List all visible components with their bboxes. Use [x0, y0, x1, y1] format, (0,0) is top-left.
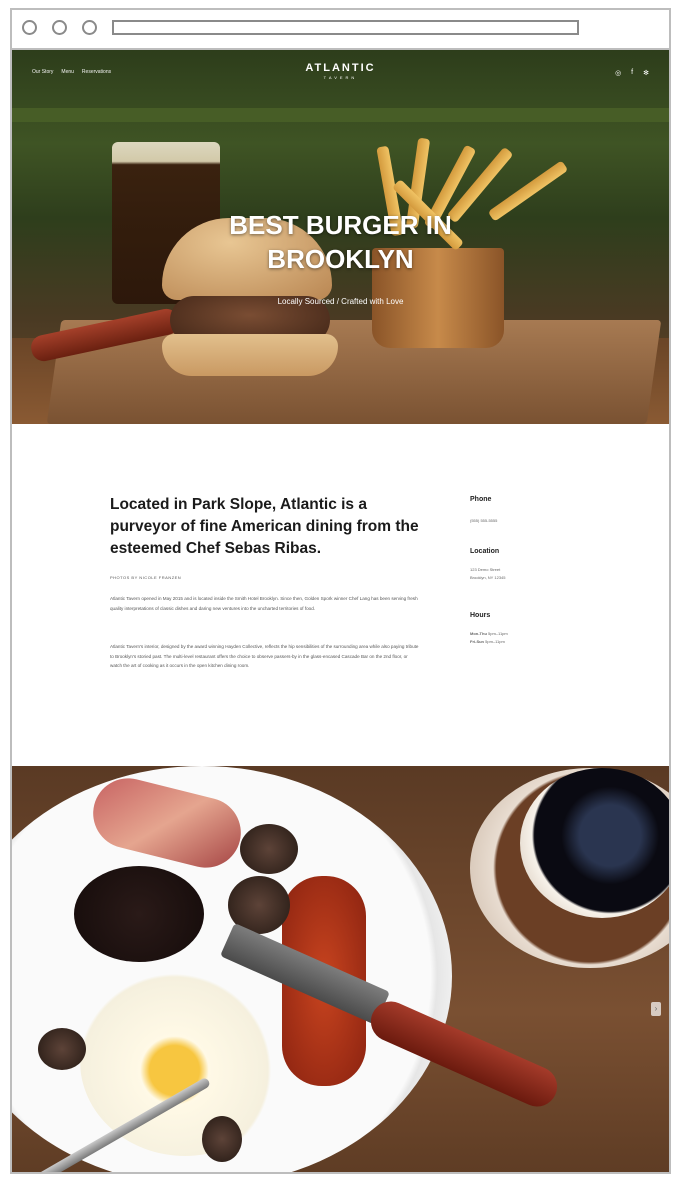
logo-text: ATLANTIC	[305, 62, 376, 74]
instagram-icon[interactable]: ◎	[615, 69, 621, 77]
wall-rail	[12, 108, 669, 122]
about-paragraph-2: Atlantic Tavern's interior, designed by …	[110, 644, 419, 669]
hero-headline-line1: BEST BURGER IN	[229, 210, 452, 240]
hero-subline: Locally Sourced / Crafted with Love	[277, 297, 404, 306]
location-block: Location 123 Demo Street Brooklyn, NY 12…	[470, 548, 590, 581]
hours-day-1: Mon-Thu	[470, 631, 487, 636]
fried-egg-image	[80, 966, 290, 1156]
address-line-1: 123 Demo Street	[470, 567, 501, 572]
window-maximize-button[interactable]	[82, 20, 97, 35]
hours-row-1: Mon-Thu 5pm–11pm	[470, 630, 590, 638]
next-slide-arrow-icon[interactable]: ›	[651, 1002, 661, 1016]
about-section: Located in Park Slope, Atlantic is a pur…	[12, 424, 669, 768]
phone-label: Phone	[470, 496, 492, 503]
hero-headline: BEST BURGER IN BROOKLYN	[12, 208, 669, 276]
yelp-icon[interactable]: ✻	[643, 69, 649, 77]
location-label: Location	[470, 548, 500, 555]
phone-block: Phone (555) 555-5555	[470, 496, 590, 525]
photo-credit: PHOTOS BY NICOLE FRANZEN	[110, 575, 182, 580]
hours-label: Hours	[470, 612, 491, 619]
address-bar[interactable]	[112, 20, 579, 35]
mushroom-image	[240, 824, 298, 874]
hours-time-1: 5pm–11pm	[488, 631, 508, 636]
social-links: ◎ f ✻	[615, 69, 649, 77]
window-minimize-button[interactable]	[52, 20, 67, 35]
phone-value[interactable]: (555) 555-5555	[470, 517, 590, 525]
burger-bottom-bun-image	[162, 334, 338, 376]
window-close-button[interactable]	[22, 20, 37, 35]
logo-subtext: TAVERN	[323, 75, 358, 80]
breakfast-gallery-image: ›	[12, 766, 669, 1172]
site-logo[interactable]: ATLANTIC TAVERN	[12, 62, 669, 80]
mushroom-image	[38, 1028, 86, 1070]
hero-headline-line2: BROOKLYN	[267, 244, 414, 274]
hours-day-2: Fri-Sun	[470, 638, 484, 644]
browser-window: Our Story Menu Reservations ATLANTIC TAV…	[10, 8, 671, 1174]
hours-block: Hours Mon-Thu 5pm–11pm Fri-Sun 5pm–11pm	[470, 612, 590, 645]
about-paragraph-1: Atlantic Tavern opened in May 2015 and i…	[110, 596, 418, 611]
intro-heading: Located in Park Slope, Atlantic is a pur…	[110, 496, 419, 557]
hours-row-2: Fri-Sun 5pm–11pm	[470, 638, 590, 646]
facebook-icon[interactable]: f	[631, 69, 633, 77]
address-line-2: Brooklyn, NY 12345	[470, 574, 506, 580]
black-pudding-image	[74, 866, 204, 962]
hours-time-2: 5pm–11pm	[485, 638, 505, 644]
browser-chrome	[12, 10, 669, 50]
mushroom-image	[202, 1116, 242, 1162]
hero-section: Our Story Menu Reservations ATLANTIC TAV…	[12, 50, 669, 424]
